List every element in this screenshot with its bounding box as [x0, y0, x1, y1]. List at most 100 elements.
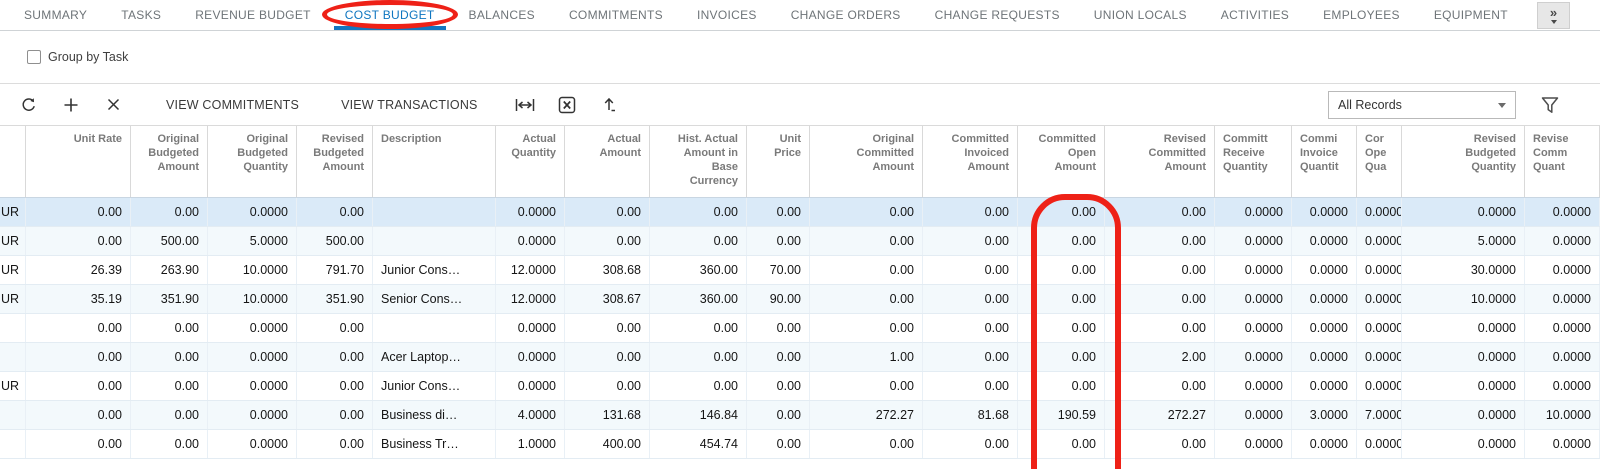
group-by-task-checkbox[interactable] [27, 50, 41, 64]
grid-cell[interactable]: 0.0000 [1402, 198, 1525, 226]
column-header[interactable]: Committed Invoiced Amount [923, 126, 1018, 197]
grid-cell[interactable]: 0.0000 [1357, 372, 1402, 400]
column-header[interactable]: Unit Rate [26, 126, 131, 197]
grid-cell[interactable]: 0.00 [747, 227, 810, 255]
grid-cell[interactable]: 0.00 [650, 372, 747, 400]
grid-cell[interactable] [0, 401, 26, 429]
grid-cell[interactable]: 146.84 [650, 401, 747, 429]
column-header[interactable]: Revised Budgeted Quantity [1402, 126, 1525, 197]
records-filter-select[interactable]: All Records [1328, 91, 1516, 119]
grid-cell[interactable]: 351.90 [131, 285, 208, 313]
column-header[interactable]: Description [373, 126, 496, 197]
grid-cell[interactable]: UR [0, 285, 26, 313]
grid-cell[interactable]: 0.0000 [1525, 430, 1600, 458]
grid-cell[interactable]: 0.0000 [1402, 343, 1525, 371]
tab-overflow-button[interactable]: » [1537, 2, 1570, 29]
grid-cell[interactable]: 0.00 [1018, 227, 1105, 255]
column-header[interactable]: Original Budgeted Quantity [208, 126, 297, 197]
grid-cell[interactable]: 0.0000 [1215, 372, 1292, 400]
grid-cell[interactable]: 0.00 [923, 343, 1018, 371]
grid-cell[interactable]: 351.90 [297, 285, 373, 313]
column-header[interactable]: Hist. Actual Amount in Base Currency [650, 126, 747, 197]
grid-cell[interactable]: 0.00 [810, 314, 923, 342]
tab-activities[interactable]: ACTIVITIES [1204, 0, 1306, 30]
grid-cell[interactable]: 0.00 [297, 343, 373, 371]
grid-cell[interactable]: 0.00 [131, 430, 208, 458]
grid-cell[interactable]: 0.0000 [208, 198, 297, 226]
grid-cell[interactable]: 0.00 [26, 227, 131, 255]
grid-cell[interactable]: 791.70 [297, 256, 373, 284]
grid-cell[interactable]: 12.0000 [496, 256, 565, 284]
grid-cell[interactable]: 0.0000 [1402, 314, 1525, 342]
tab-equipment[interactable]: EQUIPMENT [1417, 0, 1525, 30]
filter-settings-button[interactable] [1538, 94, 1562, 116]
grid-cell[interactable]: 3.0000 [1292, 401, 1357, 429]
grid-cell[interactable]: 0.00 [810, 227, 923, 255]
grid-cell[interactable]: 0.00 [923, 430, 1018, 458]
table-row[interactable]: UR0.000.000.00000.00Junior Cons…0.00000.… [0, 372, 1600, 401]
grid-cell[interactable]: 0.0000 [1292, 198, 1357, 226]
grid-cell[interactable]: 0.00 [1018, 372, 1105, 400]
grid-cell[interactable]: 0.0000 [496, 314, 565, 342]
table-row[interactable]: UR35.19351.9010.0000351.90Senior Cons…12… [0, 285, 1600, 314]
grid-cell[interactable]: 0.0000 [1402, 430, 1525, 458]
tab-tasks[interactable]: TASKS [104, 0, 178, 30]
grid-cell[interactable]: Junior Cons… [373, 372, 496, 400]
view-transactions-button[interactable]: VIEW TRANSACTIONS [325, 90, 494, 120]
grid-cell[interactable]: 0.00 [1105, 314, 1215, 342]
grid-cell[interactable]: 0.0000 [1292, 372, 1357, 400]
column-header[interactable]: Committ Receive Quantity [1215, 126, 1292, 197]
column-header[interactable]: Revised Budgeted Amount [297, 126, 373, 197]
table-row[interactable]: 0.000.000.00000.000.00000.000.000.000.00… [0, 314, 1600, 343]
grid-cell[interactable]: 272.27 [1105, 401, 1215, 429]
grid-cell[interactable]: 0.0000 [1357, 430, 1402, 458]
grid-cell[interactable]: 0.00 [565, 198, 650, 226]
grid-cell[interactable]: 0.00 [923, 372, 1018, 400]
table-row[interactable]: 0.000.000.00000.00Business Tr…1.0000400.… [0, 430, 1600, 459]
grid-cell[interactable]: 0.0000 [1215, 285, 1292, 313]
grid-cell[interactable]: 0.00 [131, 343, 208, 371]
column-header[interactable]: Revise Comm Quant [1525, 126, 1600, 197]
grid-cell[interactable]: Business Tr… [373, 430, 496, 458]
grid-cell[interactable]: 272.27 [810, 401, 923, 429]
grid-cell[interactable] [0, 430, 26, 458]
grid-cell[interactable]: 0.0000 [1525, 227, 1600, 255]
grid-cell[interactable]: 0.00 [131, 314, 208, 342]
grid-cell[interactable]: 131.68 [565, 401, 650, 429]
fit-to-screen-button[interactable] [508, 90, 542, 120]
grid-cell[interactable]: Acer Laptop… [373, 343, 496, 371]
grid-cell[interactable]: 26.39 [26, 256, 131, 284]
grid-cell[interactable]: 0.00 [1018, 343, 1105, 371]
column-header[interactable]: Actual Amount [565, 126, 650, 197]
grid-cell[interactable]: 0.0000 [1215, 256, 1292, 284]
column-header[interactable]: Revised Committed Amount [1105, 126, 1215, 197]
grid-cell[interactable]: 0.00 [747, 198, 810, 226]
grid-cell[interactable]: 0.00 [650, 314, 747, 342]
grid-cell[interactable]: 0.0000 [1292, 430, 1357, 458]
grid-cell[interactable]: 0.00 [1105, 256, 1215, 284]
grid-cell[interactable] [373, 198, 496, 226]
grid-cell[interactable]: 308.68 [565, 256, 650, 284]
grid-cell[interactable]: 0.00 [297, 198, 373, 226]
tab-invoices[interactable]: INVOICES [680, 0, 774, 30]
column-header[interactable]: Committed Open Amount [1018, 126, 1105, 197]
grid-cell[interactable]: 0.00 [923, 256, 1018, 284]
grid-cell[interactable]: 0.00 [26, 372, 131, 400]
grid-cell[interactable]: 0.0000 [1402, 372, 1525, 400]
grid-cell[interactable]: 0.00 [26, 343, 131, 371]
delete-row-button[interactable] [96, 90, 130, 120]
grid-cell[interactable]: 454.74 [650, 430, 747, 458]
grid-cell[interactable] [0, 343, 26, 371]
refresh-button[interactable] [12, 90, 46, 120]
grid-cell[interactable]: 0.0000 [1292, 343, 1357, 371]
grid-cell[interactable]: 0.00 [26, 430, 131, 458]
grid-cell[interactable]: 0.00 [565, 343, 650, 371]
grid-cell[interactable]: UR [0, 256, 26, 284]
grid-cell[interactable]: 0.00 [810, 198, 923, 226]
grid-cell[interactable]: Junior Cons… [373, 256, 496, 284]
tab-summary[interactable]: SUMMARY [7, 0, 104, 30]
grid-cell[interactable]: 5.0000 [1402, 227, 1525, 255]
grid-cell[interactable]: 500.00 [131, 227, 208, 255]
grid-cell[interactable]: 0.0000 [1525, 343, 1600, 371]
grid-cell[interactable]: 0.0000 [1525, 285, 1600, 313]
